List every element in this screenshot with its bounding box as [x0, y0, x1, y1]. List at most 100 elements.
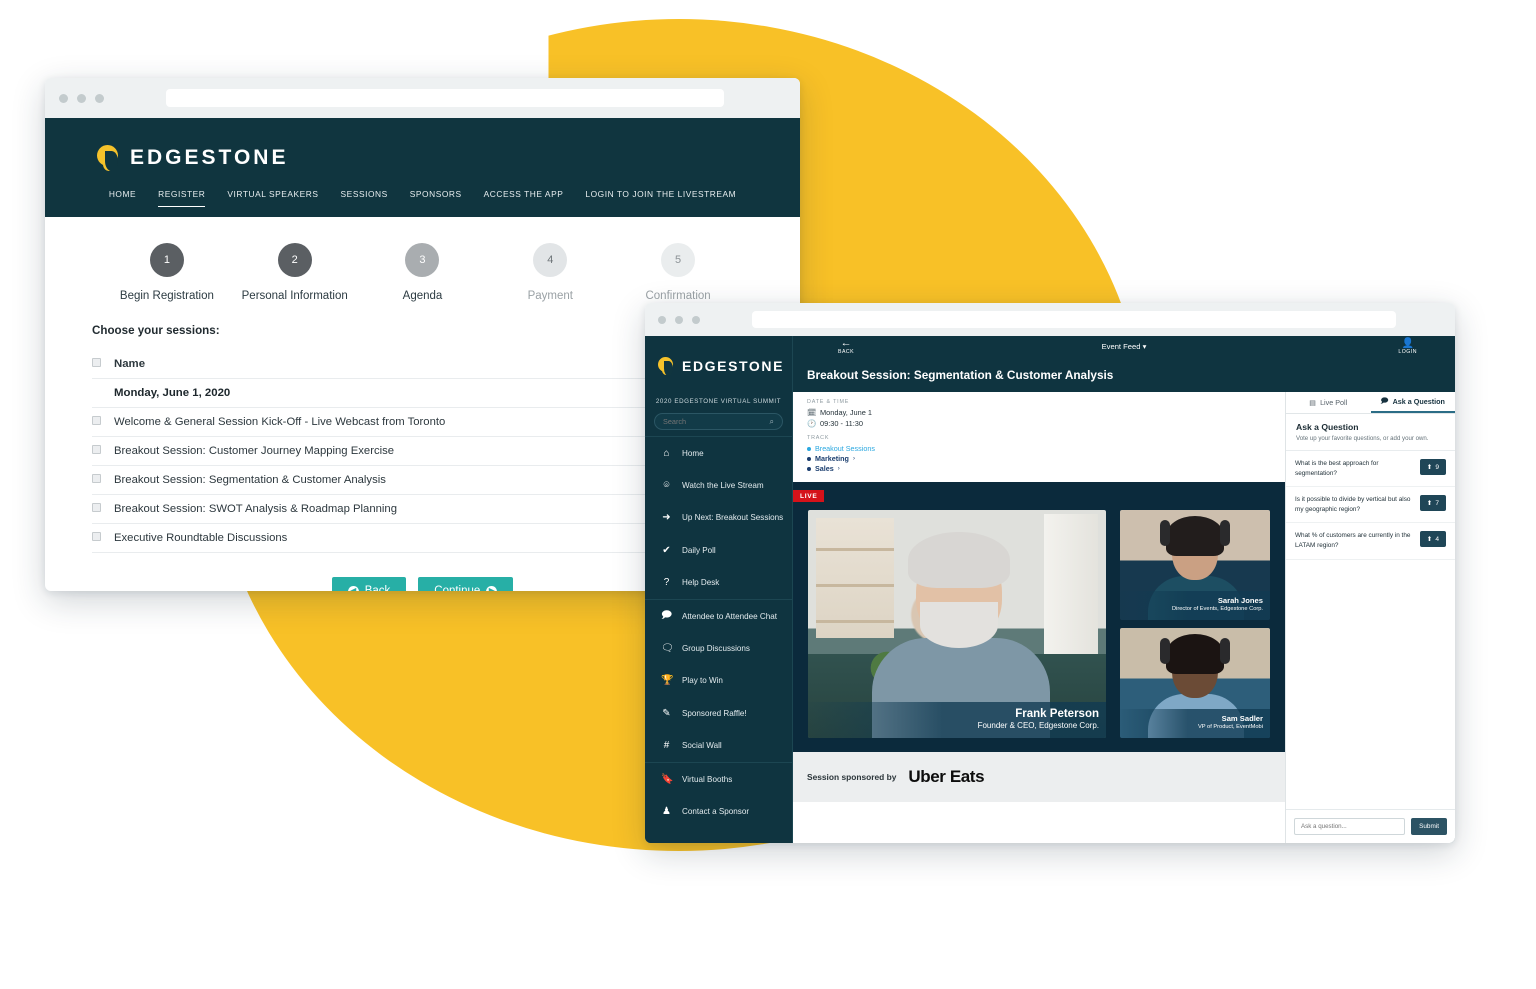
ask-question-input[interactable]: [1294, 818, 1406, 835]
nav-item-register[interactable]: REGISTER: [158, 189, 206, 207]
sidebar-item-label: Attendee to Attendee Chat: [682, 611, 777, 621]
browser-chrome-event: [645, 303, 1455, 336]
qa-panel: ▤ Live Poll 🗩 Ask a Question Ask a Quest…: [1285, 392, 1455, 843]
main-navigation: HOME REGISTER VIRTUAL SPEAKERS SESSIONS …: [45, 189, 800, 207]
session-checkbox[interactable]: [92, 416, 101, 425]
step-confirmation[interactable]: 5 Confirmation: [614, 243, 742, 302]
step-number-2: 2: [277, 243, 312, 277]
close-dot-icon[interactable]: [658, 315, 666, 324]
address-bar[interactable]: [752, 311, 1396, 328]
track-item-breakout-sessions[interactable]: Breakout Sessions: [807, 444, 1285, 453]
nav-item-sessions[interactable]: SESSIONS: [341, 189, 388, 207]
sidebar-item-label: Sponsored Raffle!: [682, 708, 747, 718]
close-dot-icon[interactable]: [59, 93, 68, 103]
list-item: Is it possible to divide by vertical but…: [1286, 487, 1455, 524]
select-all-checkbox[interactable]: [92, 358, 101, 367]
track-item-marketing[interactable]: Marketing ›: [807, 454, 1285, 463]
sidebar-item-contact-a-sponsor[interactable]: ♟ Contact a Sponsor: [645, 795, 792, 827]
sidebar-item-sponsored-raffle[interactable]: ✎ Sponsored Raffle!: [645, 697, 792, 729]
maximize-dot-icon[interactable]: [95, 93, 104, 103]
speaker-name: Sam Sadler: [1221, 714, 1263, 724]
list-item: What % of customers are currently in the…: [1286, 523, 1455, 560]
sidebar-brand[interactable]: EDGESTONE: [645, 336, 792, 396]
row-checkbox-cell: [92, 407, 114, 437]
sponsor-logo[interactable]: Uber Eats: [908, 767, 984, 787]
speaker-hair: [908, 532, 1010, 588]
qa-question-list: What is the best approach for segmentati…: [1286, 451, 1455, 809]
login-button[interactable]: 👤 LOGIN: [1398, 338, 1417, 355]
sidebar-menu: ⌂ Home ⌾ Watch the Live Stream ➜ Up Next…: [645, 436, 792, 828]
speaker-nameplate: Sam Sadler VP of Product, EventMobi: [1120, 709, 1270, 738]
session-date-line: 🗓 Monday, June 1: [807, 408, 1285, 417]
browser-chrome-registration: [45, 78, 800, 118]
step-personal-information[interactable]: 2 Personal Information: [231, 243, 359, 302]
step-payment[interactable]: 4 Payment: [486, 243, 614, 302]
vote-count: 9: [1435, 463, 1439, 471]
sidebar-search[interactable]: ⌕: [654, 413, 783, 430]
nav-item-sponsors[interactable]: SPONSORS: [410, 189, 462, 207]
address-bar[interactable]: [166, 89, 724, 107]
session-checkbox[interactable]: [92, 503, 101, 512]
event-feed-dropdown[interactable]: Event Feed ▾: [1102, 342, 1147, 351]
sidebar-item-attendee-chat[interactable]: 🗩 Attendee to Attendee Chat: [645, 600, 792, 632]
submit-question-button[interactable]: Submit: [1411, 818, 1447, 835]
home-icon: ⌂: [663, 447, 670, 459]
search-icon: ⌕: [769, 416, 774, 426]
sidebar-item-social-wall[interactable]: # Social Wall: [645, 730, 792, 762]
upvote-button[interactable]: ⬆ 9: [1419, 459, 1446, 475]
continue-button-label: Continue: [434, 585, 481, 591]
select-all-header: [92, 350, 114, 379]
session-title: Breakout Session: Segmentation & Custome…: [807, 368, 1114, 382]
step-begin-registration[interactable]: 1 Begin Registration: [103, 243, 231, 302]
step-number-5: 5: [661, 243, 696, 277]
brand-name: EDGESTONE: [130, 146, 289, 169]
session-checkbox[interactable]: [92, 474, 101, 483]
speaker-nameplate: Sarah Jones Director of Events, Edgeston…: [1120, 591, 1270, 620]
nav-item-home[interactable]: HOME: [109, 189, 136, 207]
upvote-button[interactable]: ⬆ 4: [1419, 531, 1446, 548]
sidebar-item-virtual-booths[interactable]: 🔖 Virtual Booths: [645, 763, 792, 795]
nav-item-access-the-app[interactable]: ACCESS THE APP: [484, 189, 564, 207]
minimize-dot-icon[interactable]: [77, 93, 86, 103]
upvote-button[interactable]: ⬆ 7: [1419, 495, 1446, 512]
edgestone-crescent-logo-icon: [97, 145, 119, 172]
calendar-icon: 🗓: [807, 408, 817, 417]
side-speaker-video-1[interactable]: Sarah Jones Director of Events, Edgeston…: [1120, 510, 1270, 620]
nav-item-login-livestream[interactable]: LOGIN TO JOIN THE LIVESTREAM: [585, 189, 736, 207]
sidebar-item-label: Play to Win: [682, 676, 723, 686]
session-name: Breakout Session: Segmentation & Custome…: [114, 465, 605, 495]
minimize-dot-icon[interactable]: [675, 315, 683, 324]
tab-ask-a-question[interactable]: 🗩 Ask a Question: [1370, 392, 1455, 413]
back-button[interactable]: ◀ Back: [331, 577, 407, 591]
nav-item-virtual-speakers[interactable]: VIRTUAL SPEAKERS: [227, 189, 318, 207]
back-button[interactable]: ← BACK: [838, 338, 854, 356]
livestream-video-area[interactable]: LIVE Frank Peterson Founder & CEO, Edges…: [793, 482, 1285, 752]
main-speaker-video[interactable]: Frank Peterson Founder & CEO, Edgestone …: [808, 510, 1106, 738]
step-agenda[interactable]: 3 Agenda: [359, 243, 487, 302]
arrow-up-icon: ⬆: [1426, 464, 1433, 471]
check-circle-icon: ✔: [662, 544, 671, 556]
sidebar-item-home[interactable]: ⌂ Home: [645, 437, 792, 469]
sidebar-item-daily-poll[interactable]: ✔ Daily Poll: [645, 534, 792, 566]
step-label-2: Personal Information: [241, 290, 348, 302]
maximize-dot-icon[interactable]: [692, 315, 700, 324]
brand-logo[interactable]: EDGESTONE: [97, 145, 289, 172]
step-number-3: 3: [405, 243, 440, 277]
track-item-sales[interactable]: Sales ›: [807, 464, 1285, 473]
sidebar-item-help-desk[interactable]: ? Help Desk: [645, 567, 792, 599]
search-input[interactable]: [663, 417, 770, 426]
list-item: What is the best approach for segmentati…: [1286, 451, 1455, 488]
question-mark-icon: ?: [663, 577, 670, 589]
session-checkbox[interactable]: [92, 532, 101, 541]
continue-button[interactable]: Continue ▶: [418, 577, 514, 591]
session-checkbox[interactable]: [92, 445, 101, 454]
track-dot-icon: [807, 456, 811, 461]
speaker-beard: [920, 602, 998, 648]
sidebar-item-play-to-win[interactable]: 🏆 Play to Win: [645, 665, 792, 697]
chevron-down-icon: ▾: [1142, 342, 1147, 351]
side-speaker-video-2[interactable]: Sam Sadler VP of Product, EventMobi: [1120, 628, 1270, 738]
tab-live-poll[interactable]: ▤ Live Poll: [1286, 392, 1371, 413]
sidebar-item-watch-live-stream[interactable]: ⌾ Watch the Live Stream: [645, 469, 792, 501]
sidebar-item-group-discussions[interactable]: 🗨 Group Discussions: [645, 632, 792, 664]
sidebar-item-up-next-breakout-sessions[interactable]: ➜ Up Next: Breakout Sessions: [645, 502, 792, 534]
